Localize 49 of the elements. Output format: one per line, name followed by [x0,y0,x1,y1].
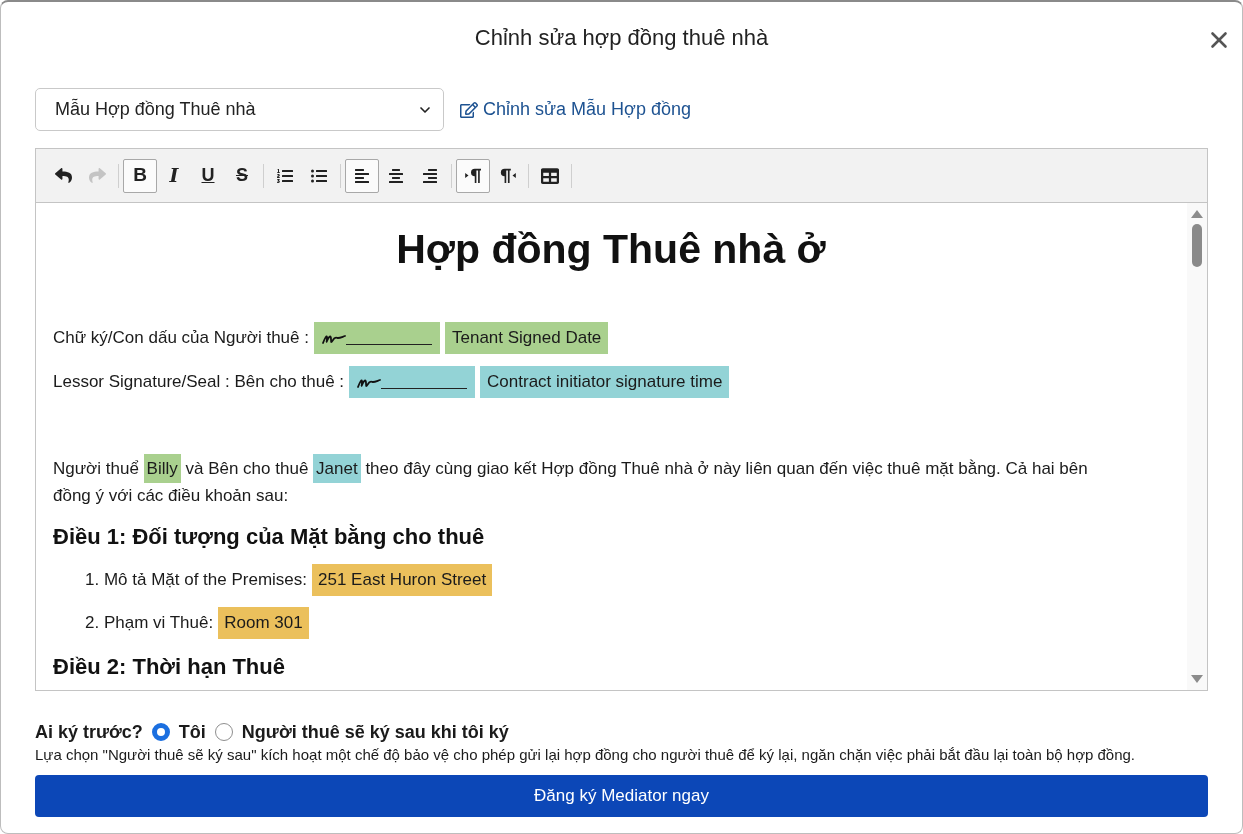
redo-icon [88,167,106,184]
signing-order-note: Lựa chọn "Người thuê sẽ ký sau" kích hoạt một chế độ bảo vệ cho phép gửi lại hợp đồng cho người thuê để ký lại, ngăn chặn việc phải bắt đầu lại toàn bộ hợp đồng. [35,745,1137,765]
signature-field[interactable] [314,322,440,354]
scrollbar-track[interactable] [1187,203,1207,690]
align-center-icon [388,167,404,184]
align-left-icon [354,167,370,184]
value-field[interactable]: 251 East Huron Street [312,564,493,596]
radio-label[interactable]: Người thuê sẽ ký sau khi tôi ký [241,718,509,746]
item-label: 1. Mô tả Mặt of the Premises: [85,569,308,592]
name-field[interactable]: Janet [313,454,361,483]
bold-button[interactable]: B [123,158,157,193]
scroll-up-arrow-icon[interactable] [1191,210,1203,218]
align-right-icon [422,167,438,184]
table-icon [541,166,559,185]
document-title: Hợp đồng Thuê nhà ở [395,225,827,273]
signature-field[interactable] [349,366,476,398]
signature-label: Chữ ký/Con dấu của Người thuê : [53,327,309,350]
strikethrough-button[interactable]: S [225,158,259,193]
left-to-right-button[interactable] [456,158,490,193]
template-select[interactable]: Mẫu Hợp đồng Thuê nhà [35,88,444,131]
signing-order-label: Ai ký trước? [35,720,143,744]
radio-button[interactable] [151,723,170,741]
value-field[interactable]: Room 301 [218,607,309,639]
signature-label: Lessor Signature/Seal : Bên cho thuê : [53,371,345,394]
bullet-list-icon [311,167,327,184]
pilcrow-right-icon [464,168,482,183]
date-field[interactable]: Contract initiator signature time [480,366,730,398]
scroll-down-arrow-icon[interactable] [1191,675,1203,683]
scrollbar-thumb[interactable] [1192,224,1202,267]
underline-button[interactable]: U [191,158,225,193]
date-field[interactable]: Tenant Signed Date [445,322,609,354]
intro-paragraph: Người thuể Billy và Bên cho thuê Janet theo đây cùng giao kết Hợp đồng Thuê nhà ở này liên quan đến việc thuê mặt bằng. Cả hai bên đồng ý với các điều khoản sau: [53,455,1113,509]
section-heading: Điều 1: Đối tượng của Mặt bằng cho thuê [53,523,486,551]
register-button[interactable]: Đăng ký Mediator ngay [35,775,1208,817]
item-label: 2. Phạm vi Thuê: [85,612,214,635]
pilcrow-left-icon [498,168,516,183]
radio-button[interactable] [214,723,233,741]
numbered-list-icon [277,167,293,184]
align-left-button[interactable] [345,158,379,193]
dialog-title: Chỉnh sửa hợp đồng thuê nhà [474,23,769,52]
edit-template-link[interactable]: Chỉnh sửa Mẫu Hợp đồng [460,96,691,123]
name-field[interactable]: Billy [143,454,181,483]
radio-label[interactable]: Tôi [178,718,206,746]
undo-icon [54,167,72,184]
signature-icon [322,332,346,344]
signature-icon [357,376,382,388]
italic-button[interactable]: I [157,158,191,193]
section-heading: Điều 2: Thời hạn Thuê [53,653,286,681]
edit-icon [460,100,478,119]
